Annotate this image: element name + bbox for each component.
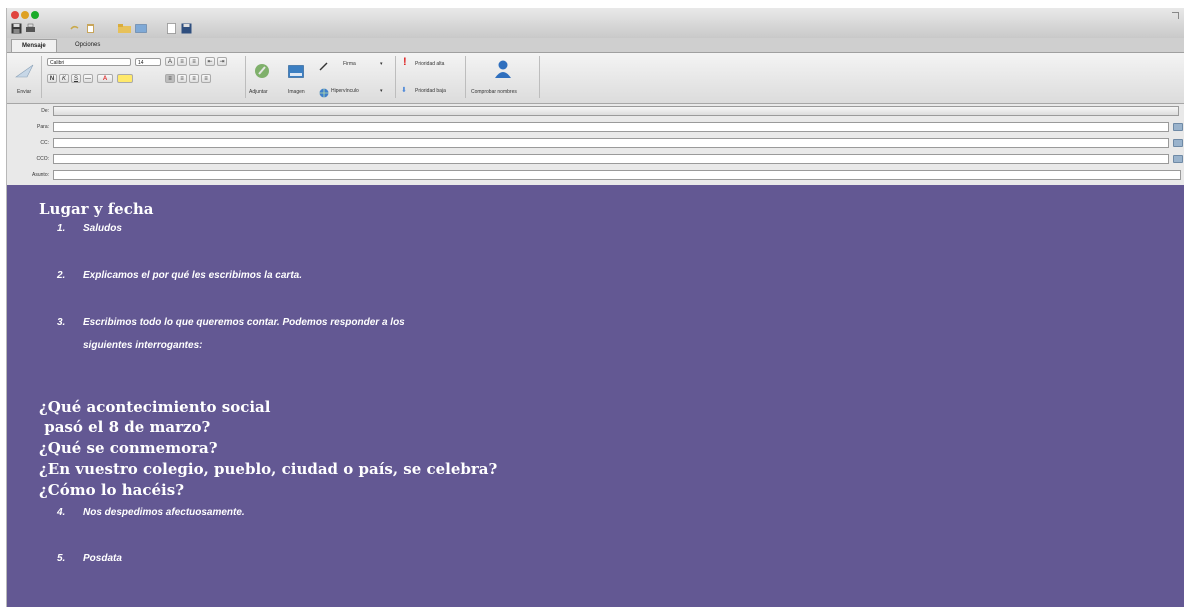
to-row: Para: bbox=[7, 120, 1184, 134]
signature-icon[interactable] bbox=[319, 58, 329, 76]
address-book-icon[interactable] bbox=[1173, 139, 1183, 147]
zoom-window-button[interactable] bbox=[31, 11, 39, 19]
save-as-icon[interactable] bbox=[181, 23, 192, 34]
question-line: ¿Cómo lo hacéis? bbox=[39, 481, 184, 499]
italic-button[interactable]: K bbox=[59, 74, 69, 83]
exclamation-icon: ! bbox=[403, 56, 407, 68]
item-text: Explicamos el por qué les escribimos la … bbox=[83, 270, 302, 281]
document-icon[interactable] bbox=[167, 23, 176, 34]
font-family-select[interactable]: Calibri bbox=[47, 58, 131, 66]
from-select[interactable] bbox=[53, 106, 1179, 116]
attach-button-label[interactable]: Adjuntar bbox=[249, 89, 268, 95]
ribbon-toolbar: Enviar Calibri 14 A ≡ ≡ ⇤ ⇥ N K S — A ≡ … bbox=[7, 53, 1184, 104]
align-center-button[interactable]: ≡ bbox=[177, 74, 187, 83]
question-line: pasó el 8 de marzo? bbox=[39, 418, 211, 436]
item-text: Escribimos todo lo que queremos contar. … bbox=[83, 317, 405, 328]
tab-mensaje[interactable]: Mensaje bbox=[11, 39, 57, 52]
signature-button-label[interactable]: Firma bbox=[343, 61, 356, 67]
resize-handle-icon[interactable] bbox=[1172, 12, 1179, 19]
question-line: ¿En vuestro colegio, pueblo, ciudad o pa… bbox=[39, 460, 498, 478]
address-book-icon[interactable] bbox=[1173, 123, 1183, 131]
cc-label: CC: bbox=[40, 140, 49, 146]
to-input[interactable] bbox=[53, 122, 1169, 132]
send-button-label[interactable]: Enviar bbox=[17, 89, 31, 95]
low-priority-button[interactable]: Prioridad baja bbox=[415, 88, 446, 94]
numbering-button[interactable]: ≡ bbox=[189, 57, 199, 66]
check-names-button-label[interactable]: Comprobar nombres bbox=[471, 89, 517, 95]
ribbon-divider bbox=[465, 56, 466, 98]
subject-input[interactable] bbox=[53, 170, 1181, 180]
question-line: ¿Qué se conmemora? bbox=[39, 439, 218, 457]
ribbon-divider bbox=[539, 56, 540, 98]
question-line: ¿Qué acontecimiento social bbox=[39, 398, 271, 416]
bullets-button[interactable]: ≡ bbox=[177, 57, 187, 66]
cc-input[interactable] bbox=[53, 138, 1169, 148]
subject-row: Asunto: bbox=[7, 168, 1184, 182]
item-number: 1. bbox=[57, 223, 66, 234]
ribbon-divider bbox=[245, 56, 246, 98]
strikethrough-button[interactable]: — bbox=[83, 74, 93, 83]
cc-row: CC: bbox=[7, 136, 1184, 150]
address-book-icon[interactable] bbox=[1173, 155, 1183, 163]
item-number: 2. bbox=[57, 270, 66, 281]
minimize-window-button[interactable] bbox=[21, 11, 29, 19]
print-icon[interactable] bbox=[25, 23, 36, 34]
send-icon[interactable] bbox=[15, 63, 35, 84]
ribbon-divider bbox=[41, 56, 42, 98]
bcc-label: CCO: bbox=[36, 156, 50, 162]
align-right-button[interactable]: ≡ bbox=[189, 74, 199, 83]
save-icon[interactable] bbox=[11, 23, 22, 34]
photo-icon[interactable] bbox=[135, 23, 147, 34]
close-window-button[interactable] bbox=[11, 11, 19, 19]
undo-icon[interactable] bbox=[69, 23, 80, 34]
item-number: 3. bbox=[57, 317, 66, 328]
font-color-button[interactable]: A bbox=[97, 74, 113, 83]
from-row: De: bbox=[7, 104, 1184, 118]
high-priority-button[interactable]: Prioridad alta bbox=[415, 61, 444, 67]
person-icon[interactable] bbox=[494, 59, 512, 84]
bcc-row: CCO: bbox=[7, 152, 1184, 166]
underline-button[interactable]: S bbox=[71, 74, 81, 83]
paperclip-icon[interactable] bbox=[253, 62, 271, 85]
item-number: 5. bbox=[57, 553, 66, 564]
bold-button[interactable]: N bbox=[47, 74, 57, 83]
title-bar bbox=[7, 8, 1184, 39]
image-icon[interactable] bbox=[288, 65, 304, 84]
tab-opciones[interactable]: Opciones bbox=[65, 39, 110, 51]
highlight-button[interactable] bbox=[117, 74, 133, 83]
arrow-down-icon: ⬇ bbox=[401, 87, 407, 94]
body-heading: Lugar y fecha bbox=[39, 200, 154, 218]
item-text: Nos despedimos afectuosamente. bbox=[83, 507, 245, 518]
grow-font-button[interactable]: A bbox=[165, 57, 175, 66]
chevron-down-icon[interactable]: ▾ bbox=[380, 61, 383, 67]
message-header-fields: De: Para: CC: CCO: Asunto: bbox=[7, 104, 1184, 186]
image-button-label[interactable]: Imagen bbox=[288, 89, 305, 95]
chevron-down-icon[interactable]: ▾ bbox=[380, 88, 383, 94]
hyperlink-button-label[interactable]: Hipervínculo bbox=[331, 88, 359, 94]
paste-icon[interactable] bbox=[85, 23, 96, 34]
open-folder-icon[interactable] bbox=[118, 23, 132, 34]
mail-compose-window: Mensaje Opciones Enviar Calibri 14 A ≡ ≡… bbox=[6, 8, 1184, 607]
ribbon-tabs: Mensaje Opciones bbox=[7, 38, 1184, 53]
font-size-select[interactable]: 14 bbox=[135, 58, 161, 66]
from-label: De: bbox=[41, 108, 49, 114]
item-number: 4. bbox=[57, 507, 66, 518]
item-text-continuation: siguientes interrogantes: bbox=[83, 340, 203, 351]
justify-button[interactable]: ≡ bbox=[201, 74, 211, 83]
globe-icon[interactable] bbox=[319, 85, 329, 103]
indent-button[interactable]: ⇥ bbox=[217, 57, 227, 66]
item-text: Posdata bbox=[83, 553, 122, 564]
bcc-input[interactable] bbox=[53, 154, 1169, 164]
align-left-button[interactable]: ≡ bbox=[165, 74, 175, 83]
item-text: Saludos bbox=[83, 223, 122, 234]
to-label: Para: bbox=[37, 124, 49, 130]
ribbon-divider bbox=[395, 56, 396, 98]
message-body[interactable]: Lugar y fecha 1. Saludos 2. Explicamos e… bbox=[7, 185, 1184, 607]
subject-label: Asunto: bbox=[32, 172, 49, 178]
outdent-button[interactable]: ⇤ bbox=[205, 57, 215, 66]
